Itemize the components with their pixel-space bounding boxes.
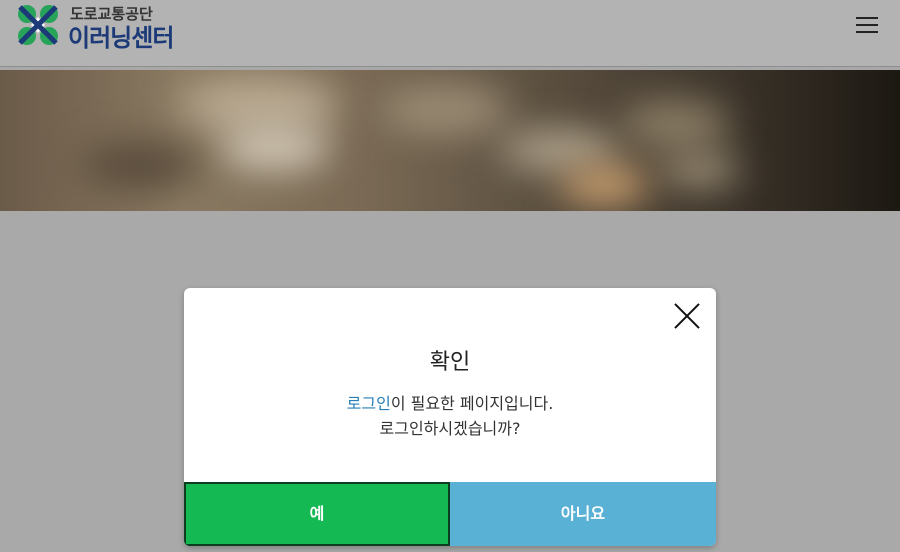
dialog-message-line1-rest: 이 필요한 페이지입니다. — [390, 394, 554, 413]
confirm-dialog: 확인 로그인이 필요한 페이지입니다. 로그인하시겠습니까? 예 아니요 — [184, 288, 716, 546]
dialog-message: 로그인이 필요한 페이지입니다. 로그인하시겠습니까? — [184, 391, 716, 441]
dialog-message-line2: 로그인하시겠습니까? — [379, 419, 521, 438]
logo-title: 이러닝센터 — [68, 24, 174, 52]
yes-button[interactable]: 예 — [184, 482, 450, 546]
dialog-title: 확인 — [429, 350, 471, 375]
hamburger-menu-icon[interactable] — [856, 14, 880, 34]
login-highlight-text: 로그인 — [346, 394, 391, 413]
clover-cross-logo-icon — [18, 5, 58, 45]
dialog-message-line1: 로그인이 필요한 페이지입니다. — [184, 391, 716, 416]
hero-banner-image — [0, 70, 900, 211]
no-button[interactable]: 아니요 — [450, 482, 716, 546]
site-header: 도로교통공단 이러닝센터 — [0, 0, 900, 67]
close-icon[interactable] — [673, 302, 701, 330]
